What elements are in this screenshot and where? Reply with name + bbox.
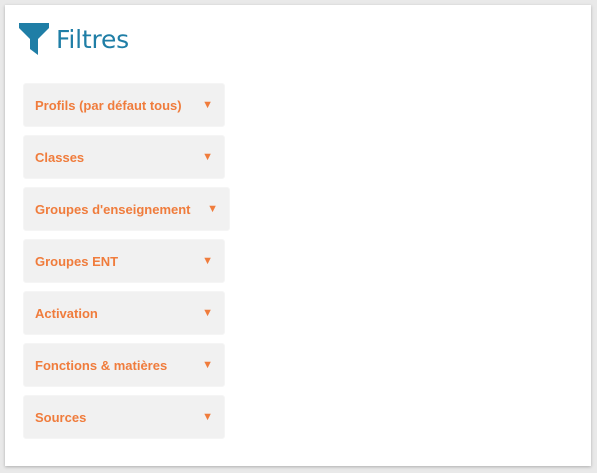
caret-down-icon: ▼ [202,410,213,423]
caret-down-icon: ▼ [207,202,218,215]
filter-sources-dropdown[interactable]: Sources ▼ [24,396,224,438]
filter-label: Profils (par défaut tous) [35,97,182,113]
filter-groupes-ent-dropdown[interactable]: Groupes ENT ▼ [24,240,224,282]
filter-label: Groupes d'enseignement [35,201,191,217]
caret-down-icon: ▼ [202,306,213,319]
filter-label: Groupes ENT [35,253,119,269]
panel-header: Filtres [19,22,129,56]
caret-down-icon: ▼ [202,98,213,111]
caret-down-icon: ▼ [202,358,213,371]
filters-panel: Filtres Profils (par défaut tous) ▼ Clas… [5,5,591,466]
filter-classes-dropdown[interactable]: Classes ▼ [24,136,224,178]
filter-label: Fonctions & matières [35,357,168,373]
caret-down-icon: ▼ [202,254,213,267]
filter-label: Sources [35,409,87,425]
filter-activation-dropdown[interactable]: Activation ▼ [24,292,224,334]
filter-list: Profils (par défaut tous) ▼ Classes ▼ Gr… [24,84,229,448]
filter-profils-dropdown[interactable]: Profils (par défaut tous) ▼ [24,84,224,126]
filter-groupes-enseignement-dropdown[interactable]: Groupes d'enseignement ▼ [24,188,229,230]
caret-down-icon: ▼ [202,150,213,163]
filter-label: Classes [35,149,85,165]
filter-label: Activation [35,305,98,321]
funnel-icon [19,23,49,55]
page-title: Filtres [56,25,129,54]
filter-fonctions-matieres-dropdown[interactable]: Fonctions & matières ▼ [24,344,224,386]
